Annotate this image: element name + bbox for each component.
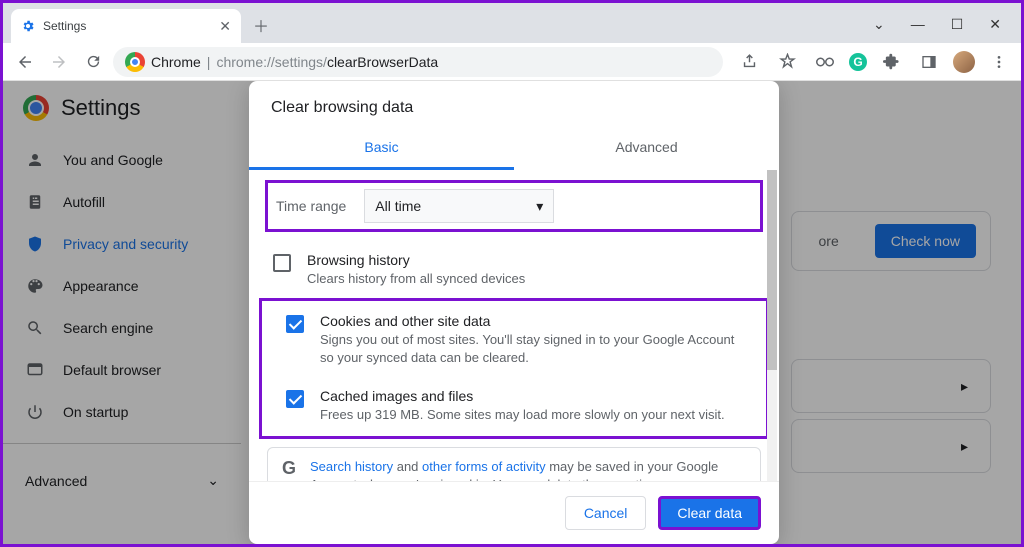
- bookmark-icon[interactable]: [773, 48, 801, 76]
- window-minimize-icon[interactable]: ―: [911, 16, 925, 33]
- address-bar[interactable]: Chrome | chrome://settings/clearBrowserD…: [113, 47, 723, 77]
- chrome-logo-icon: [125, 52, 145, 72]
- grammarly-icon[interactable]: G: [849, 53, 867, 71]
- dropdown-triangle-icon: ▾: [536, 198, 543, 215]
- page-content: Settings You and Google Autofill Privacy…: [3, 81, 1021, 544]
- menu-icon[interactable]: [985, 48, 1013, 76]
- clear-data-button[interactable]: Clear data: [658, 496, 761, 530]
- new-tab-button[interactable]: ＋: [247, 11, 275, 39]
- window-close-icon[interactable]: ✕: [989, 16, 1001, 33]
- browser-tab[interactable]: Settings ✕: [11, 9, 241, 43]
- link-other-activity[interactable]: other forms of activity: [422, 459, 546, 474]
- option-browsing-history[interactable]: Browsing history Clears history from all…: [249, 242, 779, 298]
- cancel-button[interactable]: Cancel: [565, 496, 647, 530]
- reload-button[interactable]: [79, 48, 107, 76]
- tab-title: Settings: [43, 19, 86, 33]
- tab-advanced[interactable]: Advanced: [514, 127, 779, 170]
- google-g-icon: G: [282, 458, 296, 479]
- share-icon[interactable]: [735, 48, 763, 76]
- forward-button: [45, 48, 73, 76]
- window-dropdown-icon[interactable]: ⌄: [873, 16, 885, 33]
- scrollbar-thumb[interactable]: [767, 170, 777, 370]
- account-info-row: G Search history and other forms of acti…: [267, 447, 761, 481]
- link-search-history[interactable]: Search history: [310, 459, 393, 474]
- close-tab-icon[interactable]: ✕: [219, 18, 231, 35]
- extension-1-icon[interactable]: [811, 48, 839, 76]
- clear-data-dialog: Clear browsing data Basic Advanced Time …: [249, 81, 779, 544]
- time-range-select[interactable]: All time ▾: [364, 189, 554, 223]
- highlighted-options: Cookies and other site data Signs you ou…: [259, 298, 769, 439]
- extensions-icon[interactable]: [877, 48, 905, 76]
- window-titlebar: Settings ✕ ＋ ⌄ ― ☐ ✕: [3, 3, 1021, 43]
- checkbox-checked[interactable]: [286, 315, 304, 333]
- checkbox-checked[interactable]: [286, 390, 304, 408]
- dialog-title: Clear browsing data: [249, 81, 779, 127]
- back-button[interactable]: [11, 48, 39, 76]
- gear-icon: [21, 19, 35, 33]
- option-cookies[interactable]: Cookies and other site data Signs you ou…: [262, 303, 766, 377]
- profile-avatar[interactable]: [953, 51, 975, 73]
- time-range-label: Time range: [276, 198, 346, 214]
- browser-toolbar: Chrome | chrome://settings/clearBrowserD…: [3, 43, 1021, 81]
- tab-basic[interactable]: Basic: [249, 127, 514, 170]
- time-range-row: Time range All time ▾: [265, 180, 763, 232]
- window-maximize-icon[interactable]: ☐: [951, 16, 964, 33]
- sidepanel-icon[interactable]: [915, 48, 943, 76]
- address-host: Chrome: [151, 54, 201, 70]
- option-cache[interactable]: Cached images and files Frees up 319 MB.…: [262, 378, 766, 434]
- checkbox-unchecked[interactable]: [273, 254, 291, 272]
